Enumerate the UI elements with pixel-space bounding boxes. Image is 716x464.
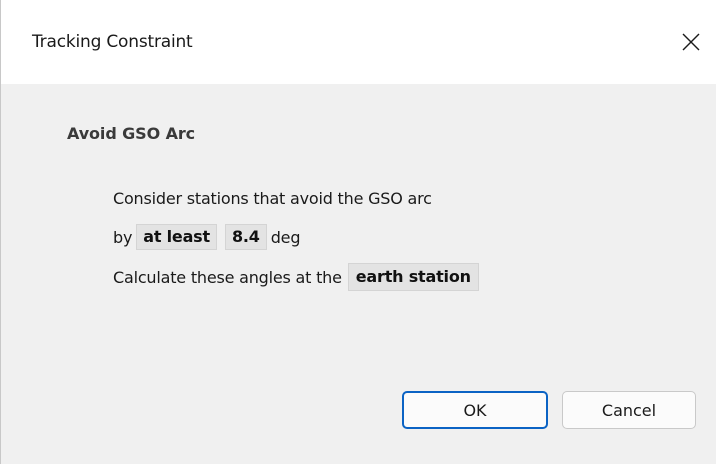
unit-label: deg: [270, 227, 301, 247]
constraint-angle-row: by at least 8.4 deg: [113, 224, 300, 250]
title-bar: Tracking Constraint: [1, 0, 716, 84]
comparison-selector[interactable]: at least: [136, 224, 217, 250]
close-button[interactable]: [673, 24, 709, 60]
section-title: Avoid GSO Arc: [67, 124, 196, 143]
constraint-description: Consider stations that avoid the GSO arc: [113, 186, 432, 210]
constraint-line-1: Consider stations that avoid the GSO arc: [113, 188, 432, 208]
angle-value-field[interactable]: 8.4: [224, 224, 267, 250]
ok-button[interactable]: OK: [402, 391, 548, 429]
tracking-constraint-dialog: Tracking Constraint Avoid GSO Arc Consid…: [0, 0, 716, 464]
calculate-label: Calculate these angles at the: [113, 267, 342, 287]
dialog-title: Tracking Constraint: [32, 32, 193, 52]
location-selector[interactable]: earth station: [347, 263, 479, 291]
by-label: by: [113, 227, 133, 247]
close-icon: [682, 33, 700, 51]
cancel-button[interactable]: Cancel: [562, 391, 696, 429]
calculation-location-row: Calculate these angles at the earth stat…: [113, 263, 483, 291]
